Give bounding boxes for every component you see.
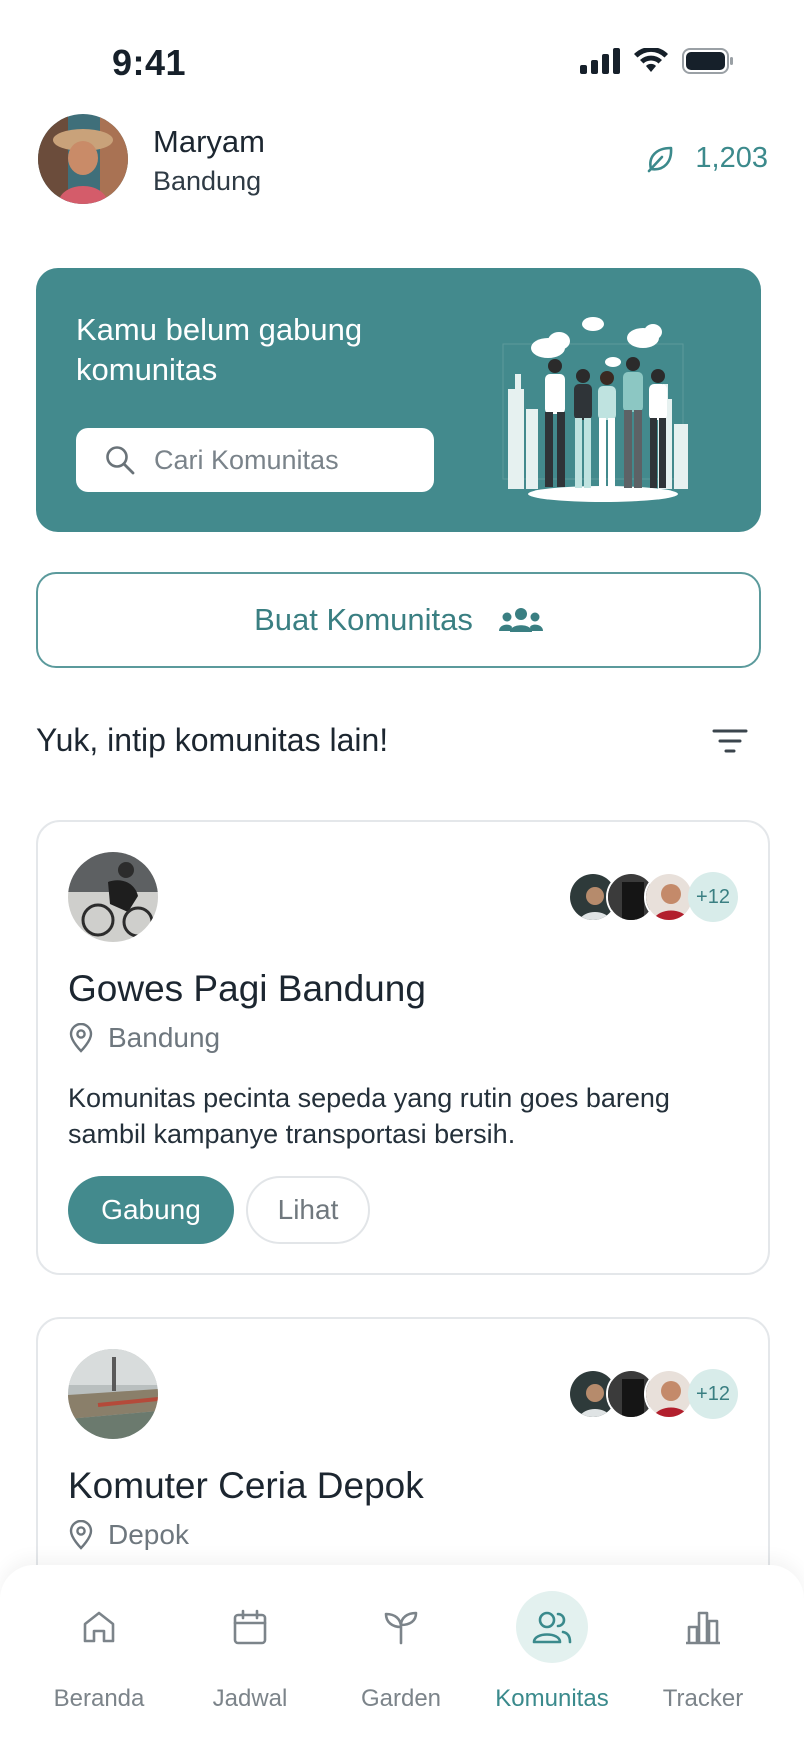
nav-label: Tracker	[662, 1685, 744, 1712]
group-icon	[498, 608, 543, 632]
points-value: 1,203	[695, 142, 768, 174]
nav-label: Beranda	[53, 1685, 145, 1712]
section-header: Yuk, intip komunitas lain!	[36, 722, 748, 759]
more-members-badge: +12	[688, 1369, 738, 1419]
status-time: 9:41	[112, 42, 187, 83]
community-card[interactable]: +12 Gowes Pagi Bandung Bandung Komunitas…	[36, 820, 770, 1275]
calendar-icon	[233, 1609, 267, 1645]
nav-item-jadwal[interactable]: Jadwal	[175, 1591, 325, 1731]
bottom-nav: Beranda Jadwal Garden Komunitas Tracker	[0, 1565, 804, 1748]
profile-name: Maryam	[153, 124, 265, 159]
member-avatar	[644, 872, 694, 922]
nav-label: Jadwal	[212, 1685, 288, 1712]
community-name: Gowes Pagi Bandung	[68, 968, 426, 1009]
community-logo	[68, 1349, 158, 1439]
nav-icon-wrap	[667, 1591, 739, 1663]
points-counter[interactable]: 1,203	[645, 142, 768, 175]
nav-item-tracker[interactable]: Tracker	[628, 1591, 778, 1731]
nav-item-komunitas[interactable]: Komunitas	[477, 1591, 627, 1731]
signal-icon	[580, 48, 620, 74]
bar-chart-icon	[686, 1611, 720, 1645]
nav-label: Garden	[360, 1685, 442, 1712]
more-members-badge: +12	[688, 872, 738, 922]
profile-header: Maryam Bandung 1,203	[38, 114, 768, 210]
nav-icon-wrap	[365, 1591, 437, 1663]
home-icon	[83, 1611, 115, 1643]
battery-icon	[682, 48, 733, 74]
nav-label: Komunitas	[495, 1685, 609, 1712]
community-description: Komunitas pecinta sepeda yang rutin goes…	[68, 1083, 670, 1149]
member-avatars: +12	[568, 872, 738, 922]
search-placeholder: Cari Komunitas	[154, 444, 339, 475]
wifi-icon	[634, 48, 668, 72]
community-logo	[68, 852, 158, 942]
location-pin-icon	[69, 1023, 93, 1053]
nav-item-beranda[interactable]: Beranda	[24, 1591, 174, 1731]
community-location: Depok	[68, 1519, 189, 1551]
search-icon	[106, 446, 135, 475]
community-location: Bandung	[68, 1022, 220, 1054]
join-community-banner: Kamu belum gabung komunitas Cari Komunit…	[36, 268, 761, 532]
leaf-icon	[648, 146, 673, 172]
nav-icon-wrap	[63, 1591, 135, 1663]
create-community-button[interactable]: Buat Komunitas	[36, 572, 761, 668]
profile-city: Bandung	[153, 166, 262, 196]
community-illustration	[502, 317, 688, 502]
section-title: Yuk, intip komunitas lain!	[36, 722, 389, 758]
filter-icon[interactable]	[712, 727, 748, 755]
join-button[interactable]: Gabung	[68, 1176, 234, 1244]
nav-icon-wrap	[516, 1591, 588, 1663]
community-location-label: Depok	[108, 1519, 189, 1550]
view-button[interactable]: Lihat	[246, 1176, 370, 1244]
avatar[interactable]	[38, 114, 128, 204]
community-name: Komuter Ceria Depok	[68, 1465, 424, 1506]
community-location-label: Bandung	[108, 1022, 221, 1053]
status-bar: 9:41	[0, 0, 804, 110]
sprout-icon	[384, 1611, 418, 1645]
banner-title: Kamu belum gabung komunitas	[76, 312, 363, 387]
users-icon	[532, 1611, 572, 1644]
nav-item-garden[interactable]: Garden	[326, 1591, 476, 1731]
nav-icon-wrap	[214, 1591, 286, 1663]
member-avatars: +12	[568, 1369, 738, 1419]
search-input[interactable]: Cari Komunitas	[76, 428, 434, 492]
location-pin-icon	[69, 1520, 93, 1550]
status-icons	[580, 48, 734, 74]
create-community-label: Buat Komunitas	[254, 602, 473, 637]
member-avatar	[644, 1369, 694, 1419]
